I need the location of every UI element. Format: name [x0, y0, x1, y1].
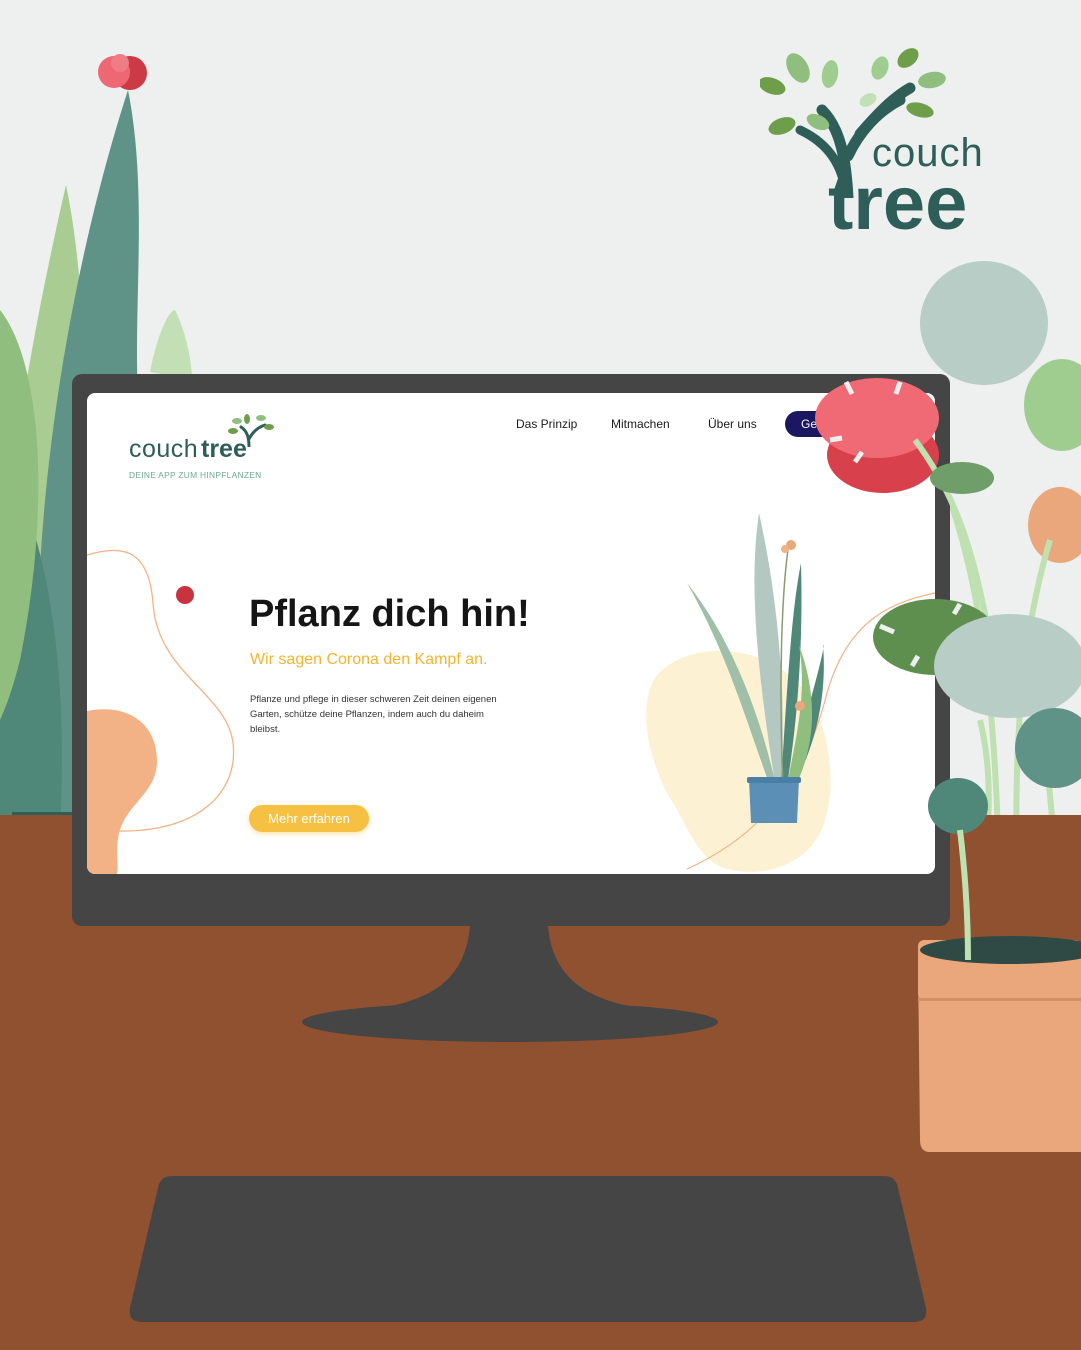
site-logo[interactable]: couch tree DEINE APP ZUM HINPFLANZEN — [129, 413, 289, 483]
plant-bud — [795, 701, 805, 711]
brand-word-tree: tree — [828, 161, 968, 246]
plant-pot-rim — [747, 777, 801, 783]
right-pad-2 — [1024, 359, 1081, 451]
plant-pot — [749, 779, 799, 823]
deco-orange-blob — [87, 709, 157, 874]
keyboard[interactable] — [129, 1176, 927, 1322]
berry-icon-top — [111, 54, 129, 72]
site-logo-couch: couch — [129, 435, 199, 463]
right-pad-1 — [920, 261, 1048, 385]
get-started-button[interactable]: Get — [785, 411, 925, 437]
mehr-erfahren-button[interactable]: Mehr erfahren — [249, 805, 369, 832]
hero-title: Pflanz dich hin! — [249, 593, 530, 635]
right-pot-band — [918, 998, 1081, 1001]
site-logo-tree: tree — [201, 435, 247, 463]
deco-red-dot — [176, 586, 194, 604]
right-pad-3 — [1028, 487, 1081, 563]
nav-link-das-prinzip[interactable]: Das Prinzip — [516, 418, 577, 430]
site-logo-tagline: DEINE APP ZUM HINPFLANZEN — [129, 470, 262, 480]
nav-link-mitmachen[interactable]: Mitmachen — [611, 418, 670, 430]
hero-subtitle: Wir sagen Corona den Kampf an. — [250, 651, 488, 668]
plant-flower-2 — [781, 545, 789, 553]
hero-body-text: Pflanze und pflege in dieser schweren Ze… — [250, 694, 497, 735]
left-back-leaf-light — [150, 310, 192, 380]
website-screen: couch tree DEINE APP ZUM HINPFLANZEN Das… — [87, 393, 935, 874]
nav-link-ueber-uns[interactable]: Über uns — [708, 418, 757, 430]
brand-logo: couch tree — [760, 38, 1030, 242]
monitor-stand-base — [302, 1002, 718, 1042]
